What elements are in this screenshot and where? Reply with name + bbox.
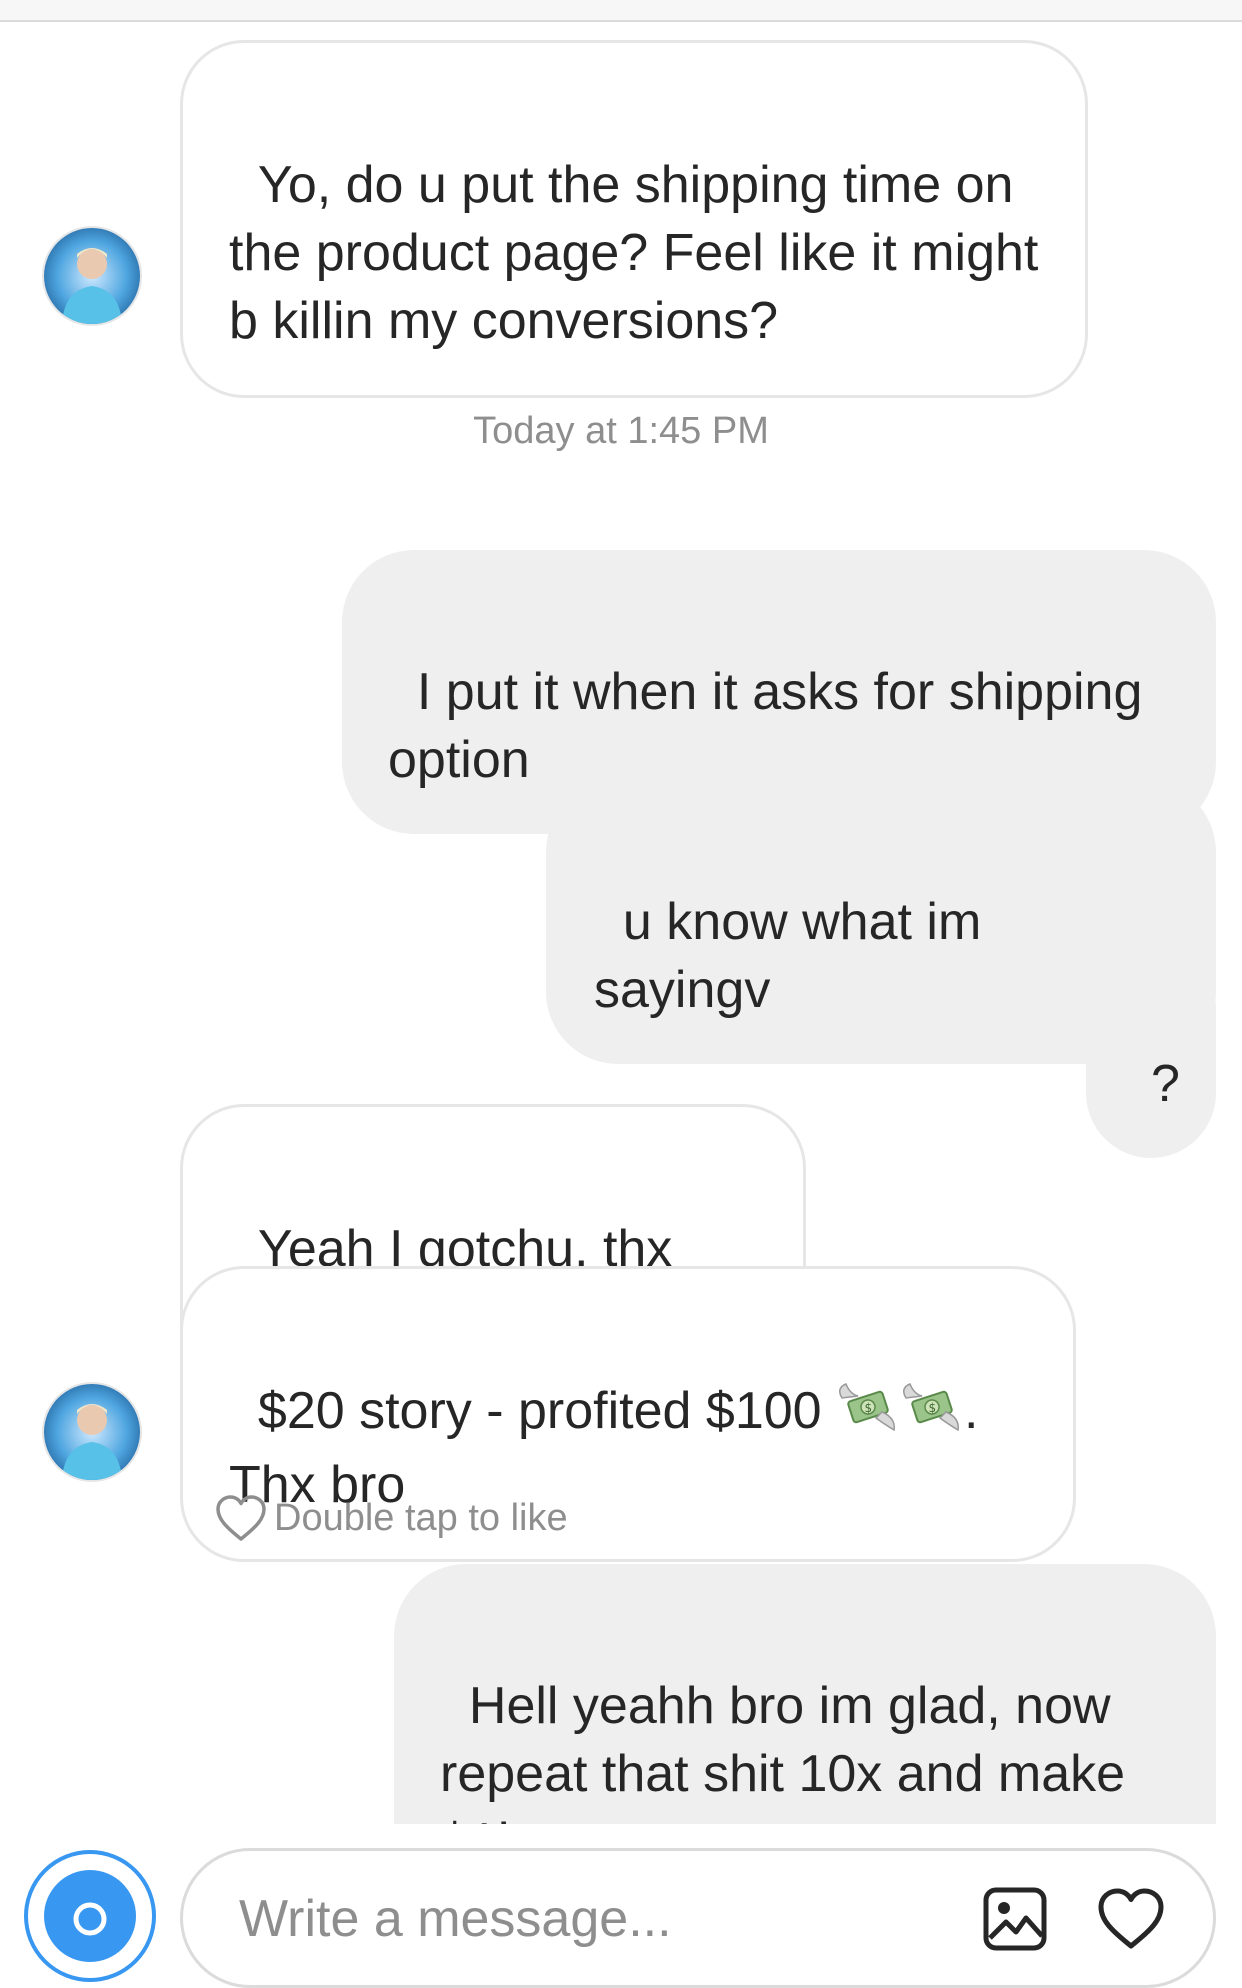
heart-outline-icon: [216, 1495, 266, 1541]
message-text: .: [964, 1382, 979, 1440]
message-text: Yo, do u put the shipping time on the pr…: [229, 156, 1053, 350]
message-bubble-outgoing[interactable]: Hell yeahh bro im glad, now repeat that …: [394, 1564, 1216, 1824]
avatar[interactable]: [42, 1382, 142, 1482]
svg-text:$: $: [865, 1401, 873, 1415]
message-text: u know what im sayingv: [594, 893, 996, 1019]
message-text: Hell yeahh bro im glad, now repeat that …: [440, 1677, 1126, 1824]
camera-button[interactable]: [24, 1850, 156, 1982]
double-tap-like-hint[interactable]: Double tap to like: [214, 1488, 568, 1548]
message-composer: [180, 1848, 1216, 1988]
message-timestamp: Today at 1:45 PM: [473, 410, 769, 452]
heart-icon: [1098, 1888, 1164, 1949]
camera-icon: [73, 1902, 107, 1936]
like-button[interactable]: [1095, 1883, 1167, 1955]
money-with-wings-icon: $ $: [836, 1378, 964, 1451]
svg-text:$: $: [929, 1401, 937, 1415]
message-text: $20 story - profited $100: [257, 1382, 837, 1440]
message-text: I put it when it asks for shipping optio…: [388, 663, 1157, 789]
top-bar: [0, 0, 1242, 22]
message-bubble-incoming[interactable]: Yo, do u put the shipping time on the pr…: [180, 40, 1088, 398]
avatar[interactable]: [42, 226, 142, 326]
gallery-icon: [983, 1887, 1047, 1951]
message-input[interactable]: [239, 1881, 919, 1957]
message-bubble-outgoing[interactable]: ?: [1086, 942, 1216, 1158]
message-text: ?: [1150, 1055, 1180, 1113]
gallery-button[interactable]: [979, 1883, 1051, 1955]
like-hint-text: Double tap to like: [274, 1496, 568, 1539]
